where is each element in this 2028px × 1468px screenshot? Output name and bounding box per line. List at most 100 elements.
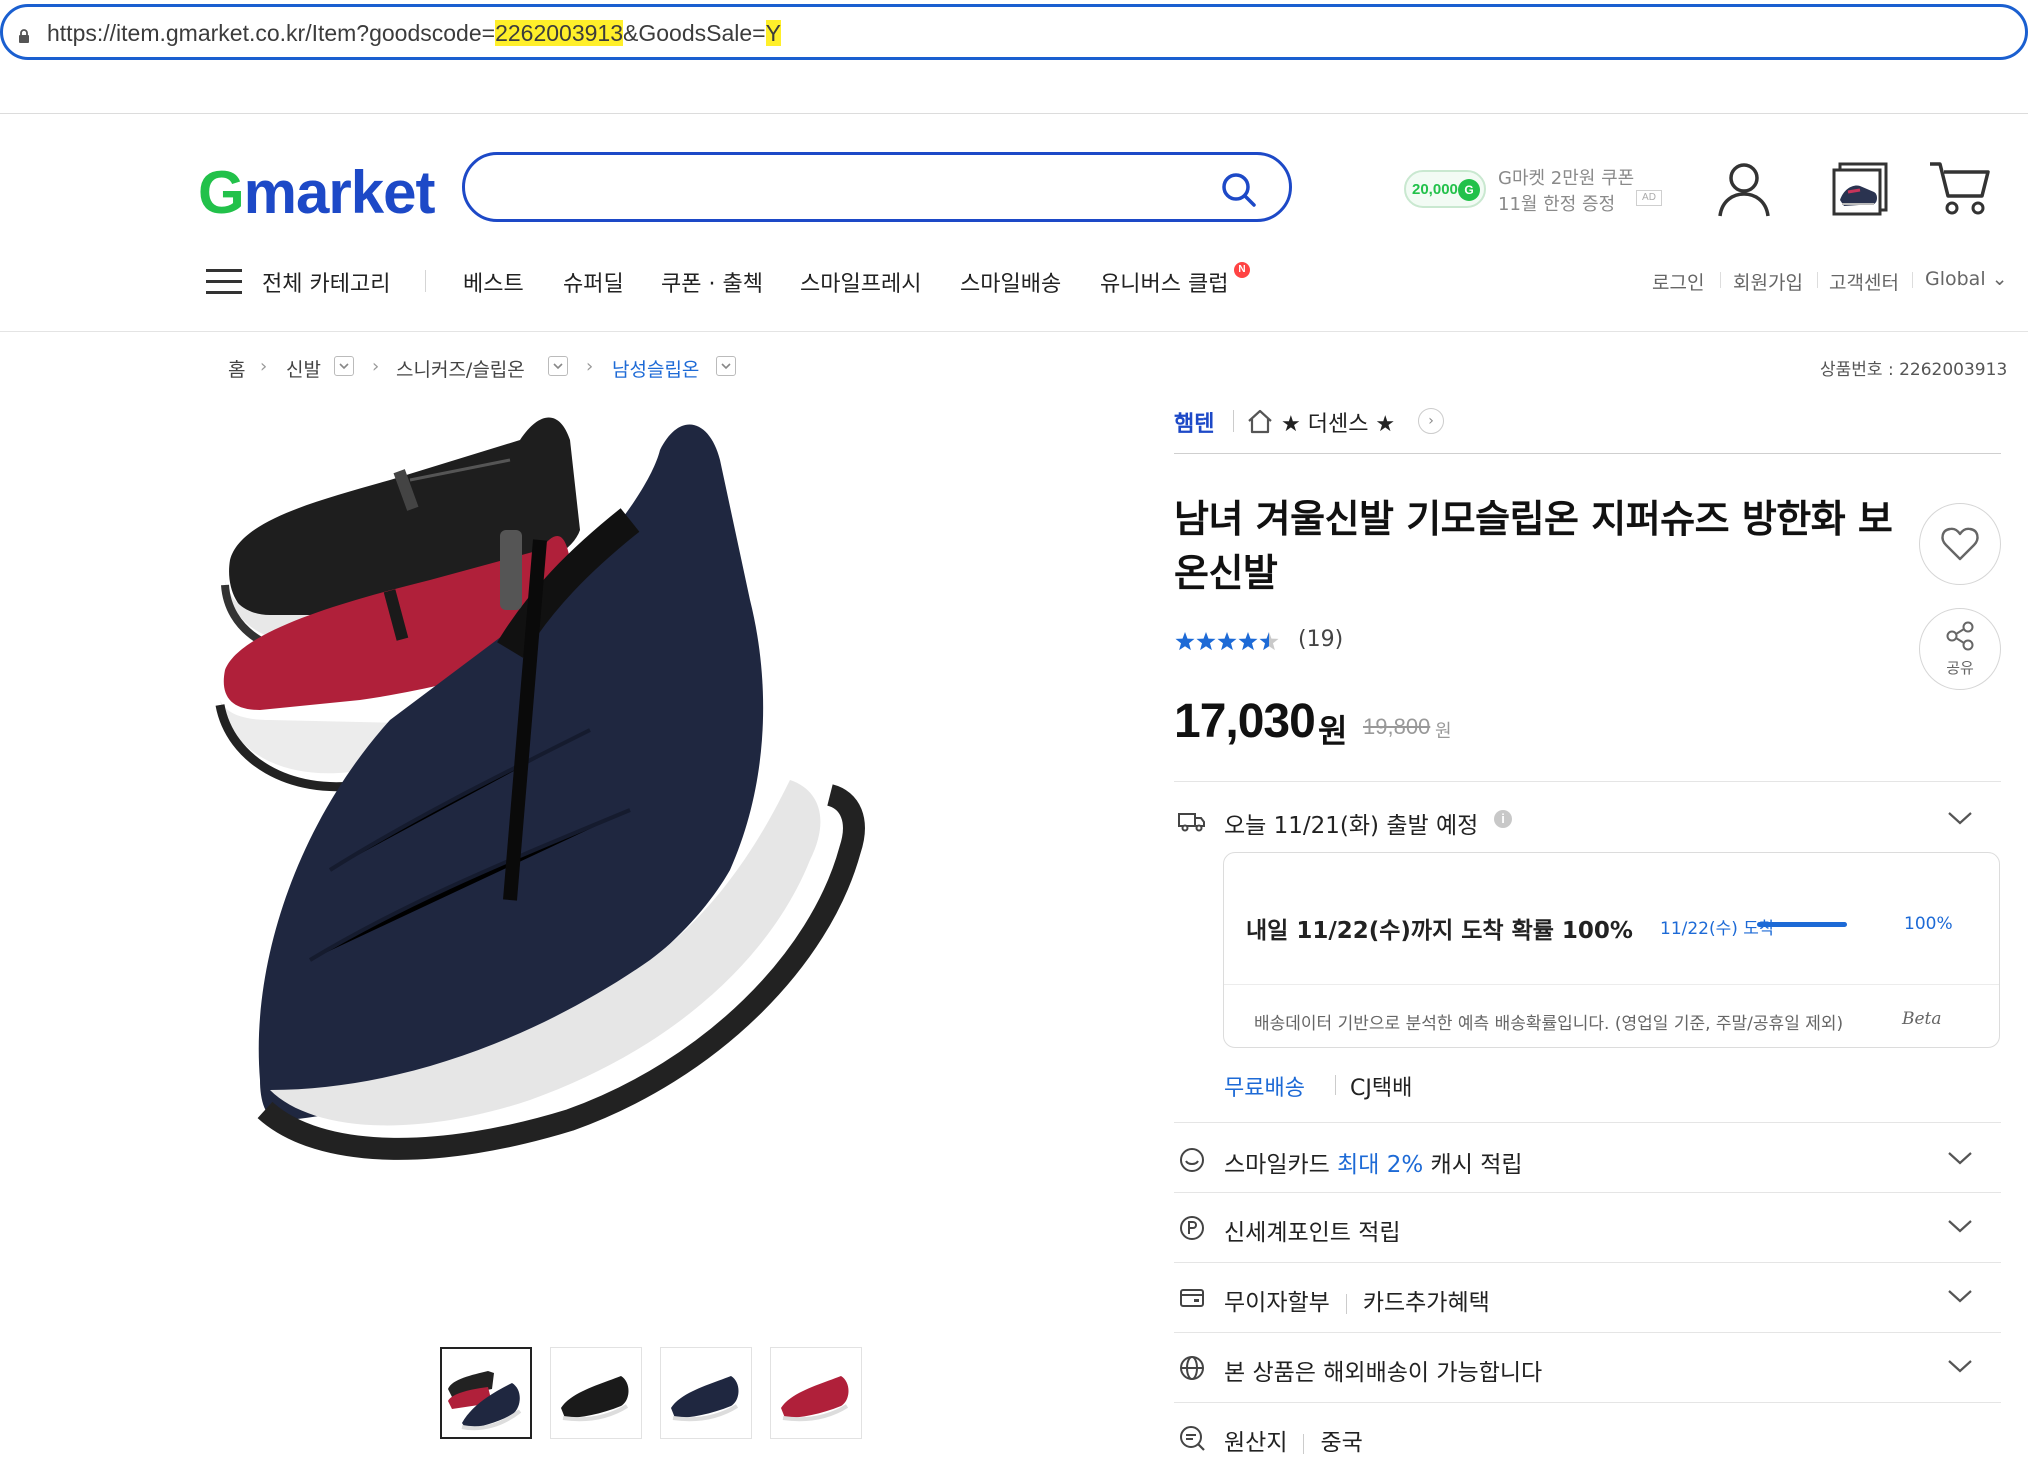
nav-universe-club[interactable]: 유니버스 클럽: [1100, 266, 1228, 298]
recent-viewed-icon[interactable]: [1830, 160, 1890, 218]
nav-smile-delivery[interactable]: 스마일배송: [960, 266, 1061, 298]
chevron-down-icon[interactable]: [716, 356, 736, 376]
row-divider: [1174, 1262, 2001, 1263]
global-dropdown[interactable]: Global ⌄: [1925, 268, 2008, 290]
util-separator: [1817, 272, 1818, 288]
nav-coupon-checkin[interactable]: 쿠폰 · 출첵: [661, 266, 763, 298]
dispatch-text: 오늘 11/21(화) 출발 예정: [1224, 813, 1479, 839]
all-categories-link[interactable]: 전체 카테고리: [262, 266, 390, 298]
chevron-down-icon[interactable]: [548, 356, 568, 376]
row-divider: [1174, 1192, 2001, 1193]
new-badge: N: [1234, 262, 1250, 278]
home-icon[interactable]: [1246, 408, 1274, 434]
address-bar[interactable]: https://item.gmarket.co.kr/Item?goodscod…: [0, 4, 2028, 60]
thumbnail-1[interactable]: [440, 1347, 532, 1439]
share-button[interactable]: 공유: [1919, 608, 2001, 690]
delivery-probability-box: 내일 11/22(수)까지 도착 확률 100% 11/22(수) 도착 100…: [1223, 852, 2000, 1048]
chevron-down-icon[interactable]: [1946, 808, 1974, 828]
url-highlight-code: 2262003913: [495, 20, 623, 46]
carrier-label: CJ택배: [1350, 1076, 1413, 1101]
row-divider: [1174, 1122, 2001, 1123]
shop-tag[interactable]: 햄텐: [1174, 406, 1214, 438]
util-separator: [1912, 272, 1913, 288]
signup-link[interactable]: 회원가입: [1733, 268, 1803, 295]
chevron-down-icon[interactable]: [334, 356, 354, 376]
breadcrumb-item-sneakers[interactable]: 스니커즈/슬립온: [396, 355, 525, 382]
delivery-probability-head: 내일 11/22(수)까지 도착 확률 100%: [1246, 918, 1633, 944]
util-separator: [1720, 272, 1721, 288]
rating-stars: [1175, 632, 1279, 651]
nav-superdeal[interactable]: 슈퍼딜: [563, 266, 624, 298]
sale-price: 17,030: [1174, 695, 1316, 748]
delivery-probability-pct: 100%: [1904, 914, 1953, 934]
coupon-g-badge: G: [1458, 179, 1480, 201]
search-box[interactable]: [462, 152, 1292, 222]
rating-star: [1175, 632, 1195, 651]
menu-icon[interactable]: [206, 268, 242, 296]
search-input[interactable]: [495, 169, 1195, 205]
customer-center-link[interactable]: 고객센터: [1829, 268, 1899, 295]
row-divider: [1174, 1402, 2001, 1403]
smile-card-icon: [1180, 1148, 1204, 1172]
shinsegae-point[interactable]: 신세계포인트 적립: [1224, 1213, 1401, 1247]
point-icon: [1180, 1216, 1204, 1240]
product-number: 상품번호 : 2262003913: [1820, 360, 2008, 380]
chevron-down-icon[interactable]: [1946, 1216, 1974, 1236]
shop-name[interactable]: ★ 더센스 ★: [1281, 406, 1395, 438]
shipping-separator: [1335, 1075, 1336, 1095]
chevron-down-icon[interactable]: [1946, 1356, 1974, 1376]
breadcrumb-arrow-icon: ›: [260, 356, 268, 377]
breadcrumb-arrow-icon: ›: [372, 356, 380, 377]
thumbnail-2[interactable]: [550, 1347, 642, 1439]
nav-divider: [0, 331, 2028, 332]
delivery-note: 배송데이터 기반으로 분석한 예측 배송확률입니다. (영업일 기준, 주말/공…: [1254, 1014, 1844, 1034]
chevron-down-icon[interactable]: [1946, 1148, 1974, 1168]
smile-card-benefit[interactable]: 스마일카드 최대 2% 캐시 적립: [1224, 1145, 1523, 1179]
overseas-shipping[interactable]: 본 상품은 해외배송이 가능합니다: [1224, 1353, 1542, 1387]
info-icon[interactable]: i: [1494, 810, 1512, 828]
heart-icon: [1941, 527, 1979, 561]
beta-label: Beta: [1902, 1009, 1942, 1029]
review-count[interactable]: (19): [1298, 627, 1343, 652]
nav-smile-fresh[interactable]: 스마일프레시: [800, 266, 921, 298]
globe-icon: [1180, 1356, 1204, 1380]
price-unit: 원: [1318, 712, 1348, 750]
truck-icon: [1178, 813, 1205, 832]
login-link[interactable]: 로그인: [1652, 268, 1704, 295]
shop-separator: [1233, 410, 1234, 432]
breadcrumb-arrow-icon: ›: [586, 356, 594, 377]
coupon-line2: 11월 한정 증정: [1498, 194, 1616, 215]
breadcrumb-item-mens-slipon[interactable]: 남성슬립온: [612, 355, 699, 382]
cart-icon[interactable]: [1928, 156, 1994, 220]
original-price-unit: 원: [1435, 721, 1452, 742]
chevron-right-icon[interactable]: ›: [1418, 408, 1444, 434]
favorite-button[interactable]: [1919, 503, 2001, 585]
installment-benefit[interactable]: 무이자할부 카드추가혜택: [1224, 1283, 1490, 1317]
breadcrumb-home[interactable]: 홈: [228, 355, 245, 382]
url-highlight-sale: Y: [765, 20, 781, 46]
lock-icon: [19, 29, 29, 43]
origin-info: 원산지 중국: [1224, 1430, 1363, 1456]
rating-star: [1196, 632, 1216, 651]
share-label: 공유: [1946, 659, 1974, 677]
chevron-down-icon[interactable]: [1946, 1286, 1974, 1306]
thumbnail-3[interactable]: [660, 1347, 752, 1439]
delivery-probability-fill: [1757, 922, 1847, 927]
gmarket-logo[interactable]: Gmarket: [198, 158, 435, 227]
coupon-banner[interactable]: 20,000 G G마켓 2만원 쿠폰 11월 한정 증정: [1404, 164, 1664, 216]
search-icon[interactable]: [1219, 170, 1259, 210]
breadcrumb-item-shoes[interactable]: 신발: [286, 355, 321, 382]
thumbnail-4[interactable]: [770, 1347, 862, 1439]
card-icon: [1180, 1289, 1204, 1307]
title-divider: [1174, 453, 2001, 454]
origin-search-icon: [1180, 1426, 1205, 1451]
row-divider: [1174, 781, 2001, 782]
coupon-amount-pill: 20,000 G: [1404, 170, 1486, 208]
nav-best[interactable]: 베스트: [463, 266, 524, 298]
original-price: 19,800: [1363, 714, 1431, 739]
user-icon[interactable]: [1716, 160, 1772, 220]
delivery-probability-top: 내일 11/22(수)까지 도착 확률 100% 11/22(수) 도착 100…: [1224, 853, 1999, 985]
product-title: 남녀 겨울신발 기모슬립온 지퍼슈즈 방한화 보온신발: [1174, 497, 1893, 595]
rating-star: [1217, 632, 1237, 651]
url-text[interactable]: https://item.gmarket.co.kr/Item?goodscod…: [47, 20, 781, 47]
